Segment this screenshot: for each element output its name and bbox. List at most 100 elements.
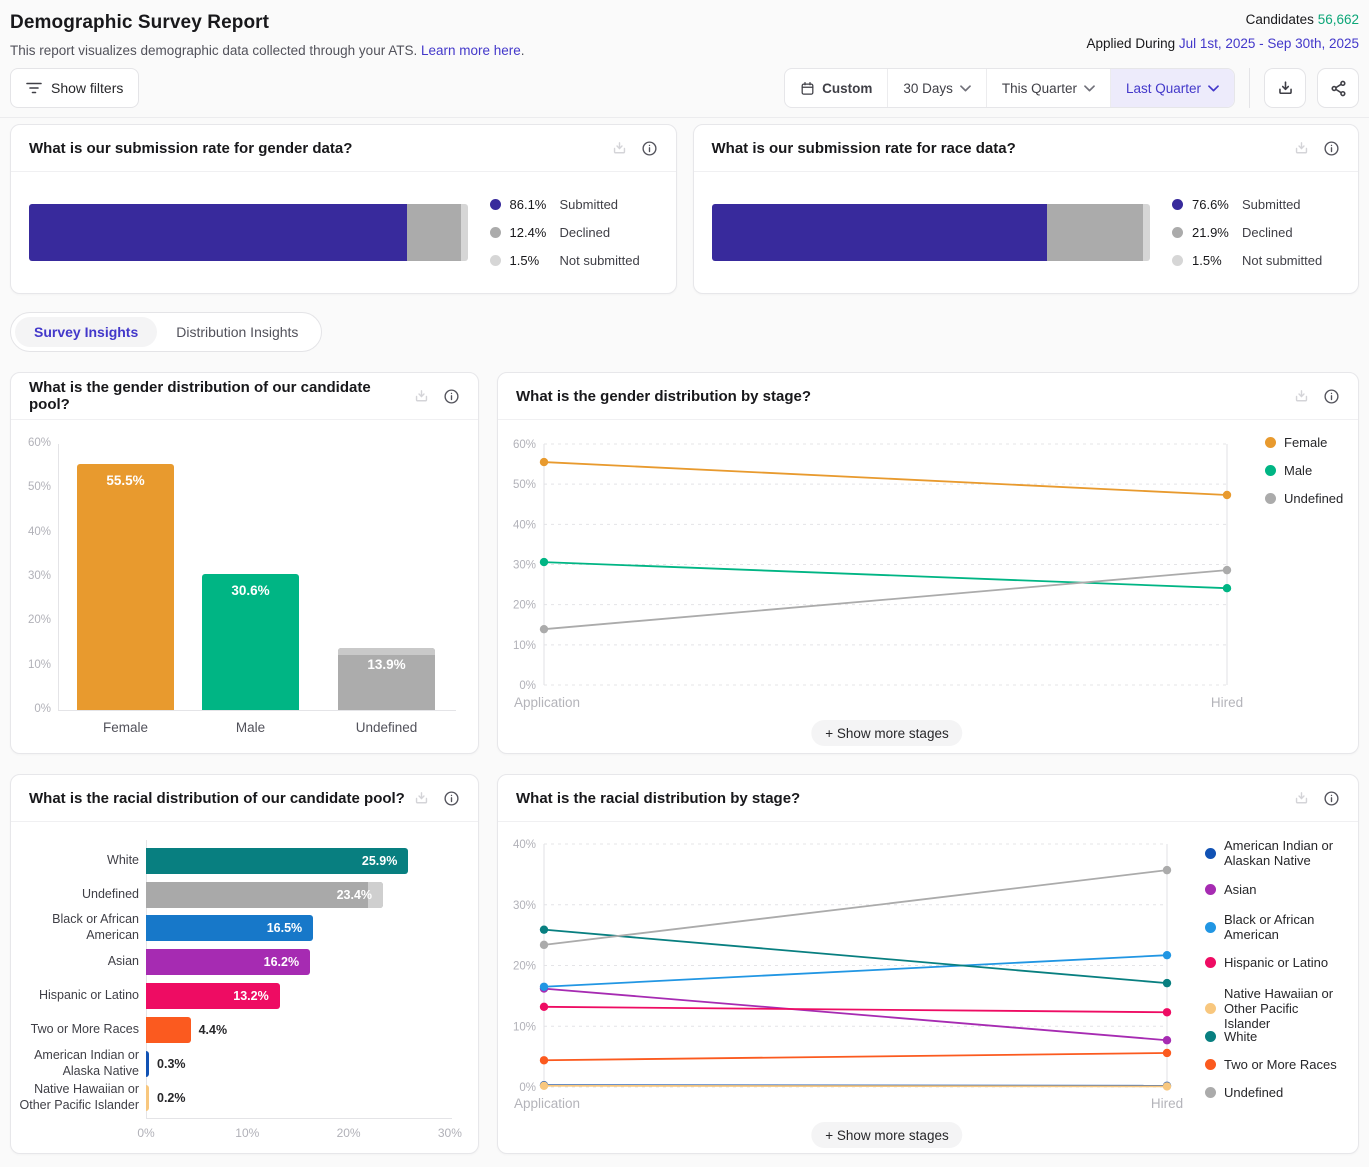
bar-value-label: 13.2%	[233, 989, 269, 1003]
download-chart-icon[interactable]	[413, 790, 430, 807]
card-title: What is the racial distribution of our c…	[29, 789, 405, 807]
bar-value-label: 0.3%	[157, 1057, 186, 1071]
filter-icon	[26, 81, 42, 95]
y-axis-tick: 60%	[27, 437, 51, 450]
legend-dot	[1205, 1003, 1216, 1014]
range-this-quarter[interactable]: This Quarter	[987, 69, 1111, 107]
x-stage-label: Application	[514, 695, 580, 710]
info-icon[interactable]	[641, 140, 658, 157]
gender-stage-card: What is the gender distribution by stage…	[497, 372, 1359, 754]
legend-item: 86.1% Submitted	[489, 191, 658, 219]
bar-value-label: 16.5%	[266, 921, 303, 935]
legend-dot	[1265, 465, 1276, 476]
download-chart-icon[interactable]	[1293, 388, 1310, 405]
legend-item-black-or-african-american: Black or African American	[1205, 912, 1347, 942]
data-point	[539, 1081, 549, 1090]
gender-submission-legend: 86.1% Submitted 12.4% Declined 1.5% Not submi…	[489, 191, 658, 275]
toolbar-divider	[1249, 68, 1250, 108]
series-line-white	[543, 928, 1168, 985]
tab-distribution-insights[interactable]: Distribution Insights	[157, 317, 317, 347]
download-chart-icon[interactable]	[1293, 790, 1310, 807]
legend-dot	[1172, 227, 1183, 238]
candidates-value: 56,662	[1317, 12, 1359, 27]
learn-more-link[interactable]: Learn more here	[421, 43, 521, 58]
data-point	[1162, 1048, 1172, 1058]
y-axis-tick: 0%	[34, 703, 51, 715]
y-axis-tick: 40%	[513, 839, 536, 851]
series-line-undefined	[543, 569, 1228, 631]
info-icon[interactable]	[1323, 790, 1340, 807]
legend-label: Declined	[1242, 225, 1293, 240]
legend-label: Male	[1284, 463, 1313, 478]
date-range-segmented-control: Custom 30 Days This Quarter Last Quarter	[784, 68, 1235, 108]
y-axis-line	[58, 444, 59, 710]
legend-dot	[1205, 1059, 1216, 1070]
custom-range-button[interactable]: Custom	[785, 69, 889, 107]
legend-item-hispanic-or-latino: Hispanic or Latino	[1205, 955, 1347, 970]
y-axis-tick: 50%	[513, 479, 536, 491]
card-title: What is our submission rate for gender d…	[29, 139, 353, 157]
legend-dot	[1205, 884, 1216, 895]
bar-value-label: 23.4%	[336, 888, 373, 902]
tab-survey-insights[interactable]: Survey Insights	[15, 317, 158, 347]
x-category-label: Male	[235, 720, 266, 735]
segment-declined	[406, 204, 461, 261]
candidates-count: Candidates 56,662	[1245, 12, 1359, 27]
bar-value-label: 0.2%	[157, 1091, 186, 1105]
data-point	[539, 1002, 549, 1012]
download-report-button[interactable]	[1264, 68, 1306, 108]
y-axis-tick: 20%	[27, 614, 51, 627]
gender-pool-card: What is the gender distribution of our c…	[10, 372, 479, 754]
data-point	[1162, 1008, 1172, 1017]
y-axis-tick: 40%	[513, 519, 536, 531]
range-30-days[interactable]: 30 Days	[888, 69, 987, 107]
page-title: Demographic Survey Report	[10, 12, 270, 33]
y-axis-tick: 10%	[513, 1021, 536, 1033]
info-icon[interactable]	[443, 388, 460, 405]
x-stage-label: Hired	[1151, 1096, 1183, 1111]
segment-submitted	[29, 204, 407, 261]
legend-item: 1.5% Not submitted	[1172, 247, 1340, 275]
range-last-quarter[interactable]: Last Quarter	[1110, 69, 1234, 107]
bar-cap-not-submitted	[338, 648, 435, 656]
data-point	[539, 624, 549, 634]
page-subtitle: This report visualizes demographic data …	[10, 43, 525, 58]
row-label: Undefined	[82, 887, 139, 902]
y-axis-tick: 0%	[519, 1082, 536, 1094]
legend-item-male: Male	[1265, 463, 1355, 478]
series-line-native-hawaiian-or-other-pacific-islander	[543, 1084, 1168, 1088]
segment-declined	[1047, 204, 1144, 261]
legend-dot	[489, 199, 501, 210]
share-report-button[interactable]	[1317, 68, 1359, 108]
x-axis-tick: 10%	[235, 1126, 260, 1140]
legend-label: Submitted	[1242, 197, 1301, 212]
legend-dot	[1205, 957, 1216, 968]
download-chart-icon[interactable]	[1293, 140, 1310, 157]
series-line-asian	[543, 987, 1168, 1042]
legend-value: 12.4%	[509, 225, 547, 240]
x-axis-line	[146, 1118, 452, 1119]
x-stage-label: Hired	[1211, 695, 1243, 710]
download-chart-icon[interactable]	[413, 388, 430, 405]
y-axis-tick: 10%	[27, 658, 51, 671]
y-axis-tick: 20%	[513, 961, 536, 973]
info-icon[interactable]	[1323, 140, 1340, 157]
data-point	[539, 457, 549, 467]
bar-native-hawaiian-or-other-pacific-islander	[146, 1085, 149, 1111]
show-more-stages-button[interactable]: + Show more stages	[811, 1122, 963, 1148]
x-axis-tick: 20%	[336, 1126, 361, 1140]
info-icon[interactable]	[1323, 388, 1340, 405]
x-axis-tick: 0%	[137, 1126, 155, 1140]
gender_stage-svg: 0% 10% 20% 30% 40% 50% 60% Application Hired	[513, 439, 1243, 710]
legend-dot	[1205, 847, 1216, 859]
legend-label: Two or More Races	[1224, 1057, 1337, 1072]
legend-label: Native Hawaiian or Other Pacific Islande…	[1224, 986, 1334, 1031]
download-chart-icon[interactable]	[611, 140, 628, 157]
show-filters-button[interactable]: Show filters	[10, 68, 140, 108]
segment-submitted	[711, 204, 1048, 261]
data-point	[1162, 978, 1172, 988]
info-icon[interactable]	[443, 790, 460, 807]
race-stage-line-chart: + Show more stages 0% 10% 20% 30% 40% Applica…	[498, 822, 1358, 1152]
show-more-stages-button[interactable]: + Show more stages	[811, 720, 963, 746]
x-stage-label: Application	[514, 1096, 580, 1111]
